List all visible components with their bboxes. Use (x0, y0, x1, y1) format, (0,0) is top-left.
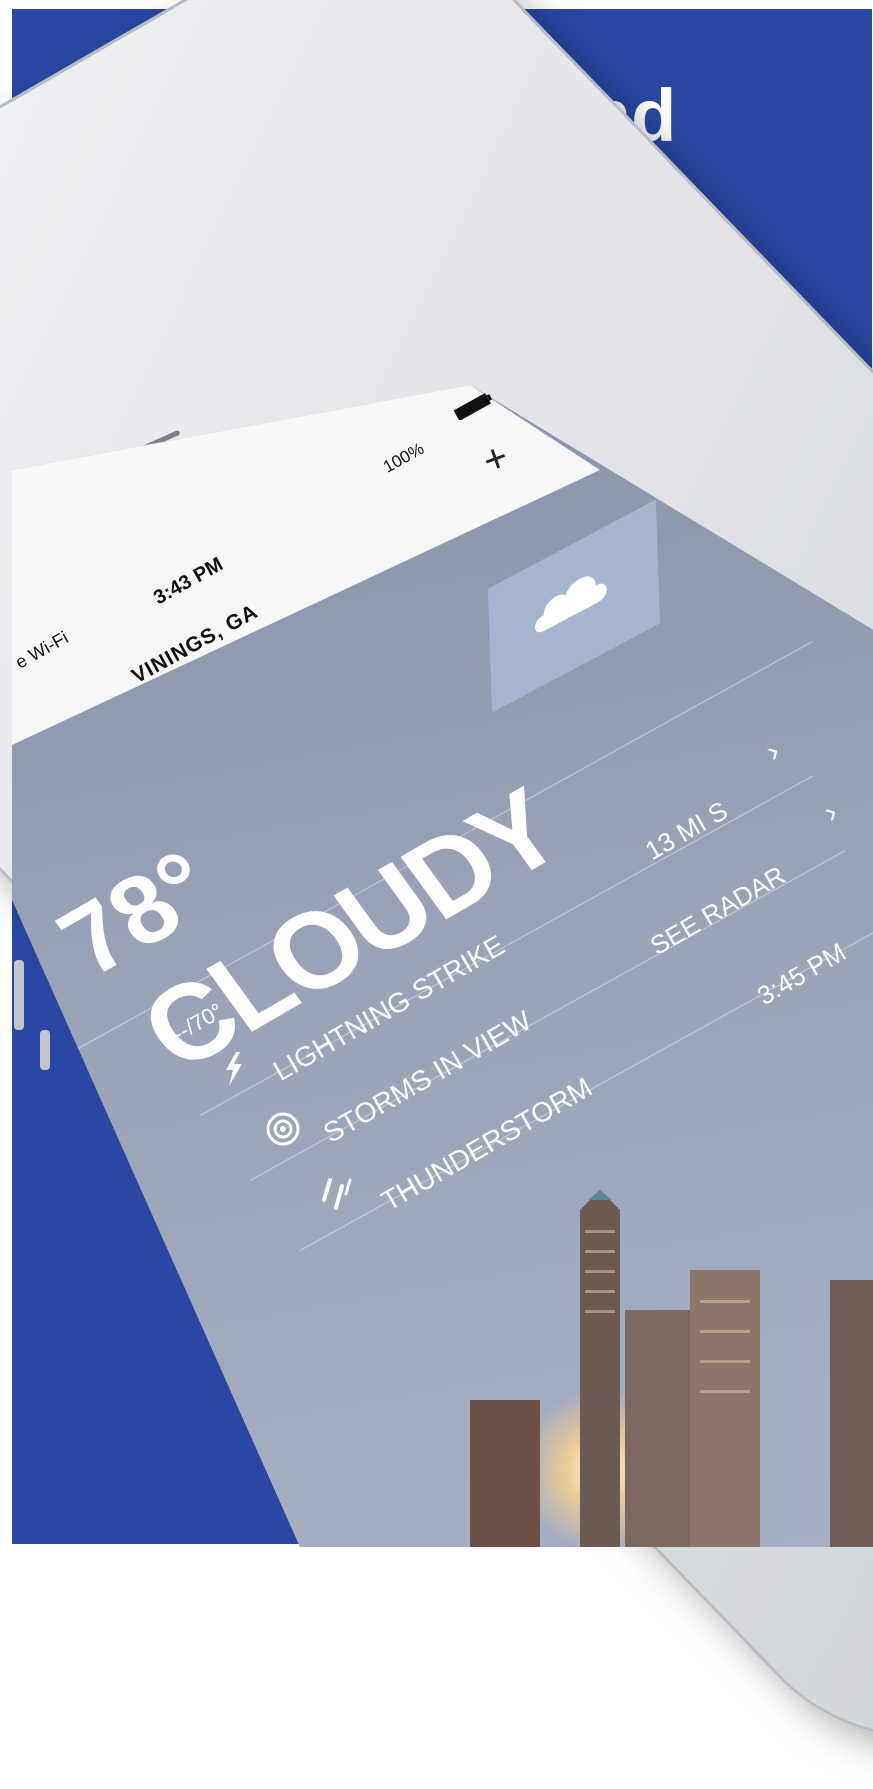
volume-button (14, 960, 24, 1030)
alert-value: 13 MI S (640, 795, 733, 866)
mute-switch (40, 1030, 50, 1070)
radar-icon (266, 1112, 300, 1146)
lightning-icon (226, 1052, 242, 1086)
cloud-icon (535, 576, 607, 633)
alert-value: SEE RADAR (645, 859, 791, 961)
phone-mockup: 78° CLOUDY --/70° LIGHTNING STRIKE 13 MI… (0, 0, 873, 1789)
chevron-right-icon: › (818, 795, 844, 830)
condition-icon-tile (487, 499, 661, 713)
battery-icon (453, 392, 493, 420)
rain-icon (322, 1178, 352, 1210)
chevron-right-icon: › (760, 734, 786, 769)
alert-value: 3:45 PM (752, 936, 851, 1011)
city-skyline-image (470, 1190, 873, 1547)
